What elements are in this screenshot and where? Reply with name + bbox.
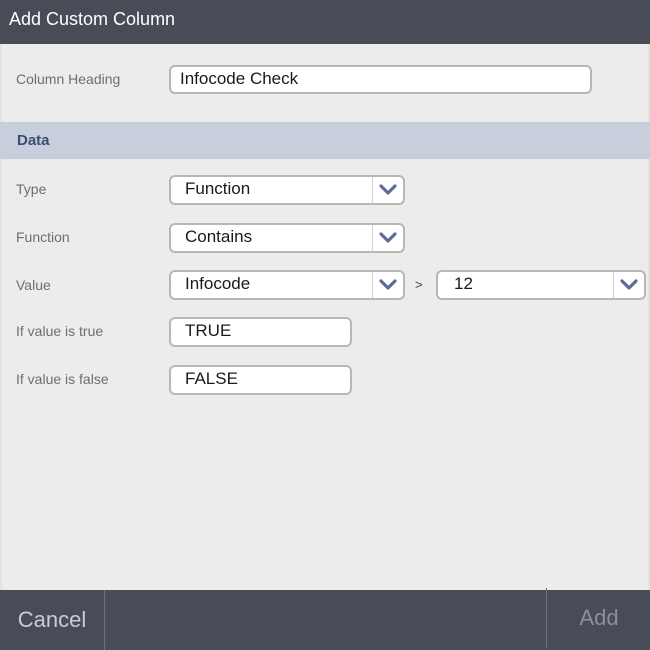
value-label: Value [16, 277, 51, 293]
operator-symbol: > [415, 277, 423, 292]
value-operand-select[interactable]: 12 [436, 270, 646, 300]
type-value: Function [185, 179, 251, 198]
type-label: Type [16, 181, 47, 197]
chevron-down-icon[interactable] [372, 272, 403, 298]
if-false-value: FALSE [185, 369, 238, 388]
if-false-label: If value is false [16, 371, 109, 387]
cancel-button[interactable]: Cancel [0, 590, 105, 650]
section-header-data: Data [0, 122, 650, 159]
dialog-title: Add Custom Column [9, 9, 176, 29]
chevron-down-icon[interactable] [372, 225, 403, 251]
if-true-input[interactable]: TRUE [169, 317, 352, 347]
type-select[interactable]: Function [169, 175, 405, 205]
if-false-input[interactable]: FALSE [169, 365, 352, 395]
chevron-down-icon[interactable] [613, 272, 644, 298]
if-true-label: If value is true [16, 323, 104, 339]
function-label: Function [16, 229, 70, 245]
column-heading-input[interactable]: Infocode Check [169, 65, 592, 94]
value-field-value: Infocode [185, 274, 251, 293]
chevron-down-icon[interactable] [372, 177, 403, 203]
if-true-value: TRUE [185, 321, 232, 340]
add-button[interactable]: Add [546, 588, 650, 648]
column-heading-label: Column Heading [16, 71, 121, 87]
column-heading-value: Infocode Check [180, 69, 299, 88]
title-bar: Add Custom Column [0, 0, 650, 44]
footer-bar: Cancel Add [0, 588, 650, 650]
value-field-select[interactable]: Infocode [169, 270, 405, 300]
function-value: Contains [185, 227, 253, 246]
function-select[interactable]: Contains [169, 223, 405, 253]
section-title: Data [17, 132, 50, 149]
value-operand-value: 12 [454, 274, 473, 293]
